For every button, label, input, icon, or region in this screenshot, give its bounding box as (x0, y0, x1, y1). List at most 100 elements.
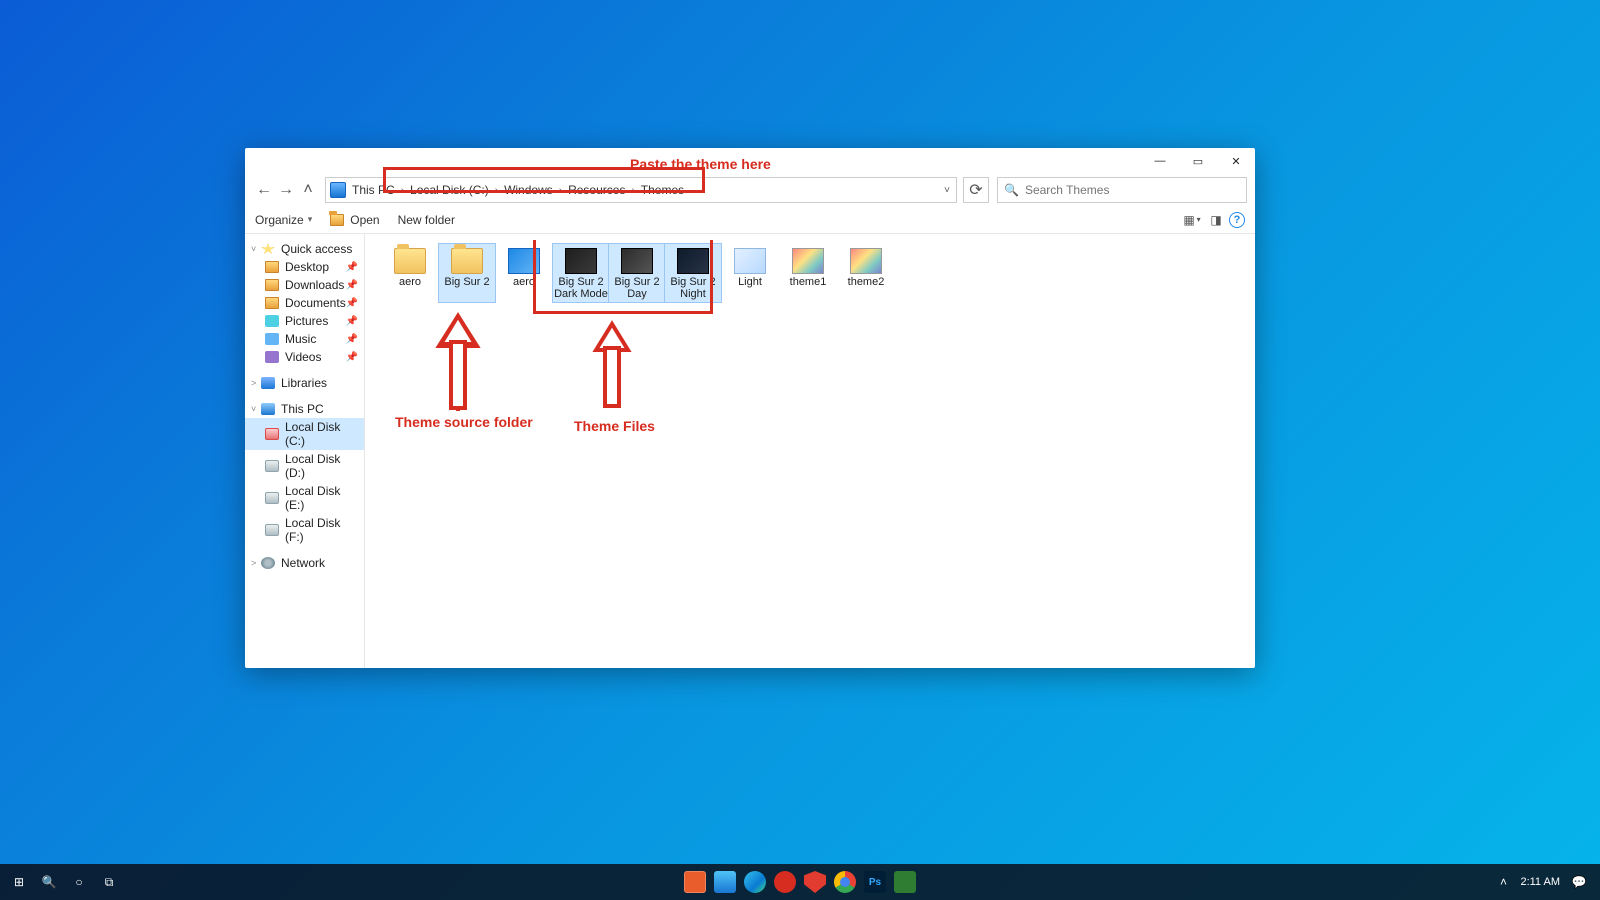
start-button[interactable]: ⊞ (4, 864, 34, 900)
sidebar-item-drive[interactable]: Local Disk (F:) (245, 514, 364, 546)
search-input[interactable] (1025, 183, 1240, 197)
new-folder-button[interactable]: New folder (398, 213, 455, 227)
file-item[interactable]: Big Sur 2 Night (664, 243, 722, 303)
folder-icon (265, 261, 279, 273)
file-item[interactable]: Big Sur 2 (438, 243, 496, 303)
sidebar-item-label: Local Disk (F:) (285, 516, 358, 544)
open-button[interactable]: Open (330, 213, 379, 227)
action-center-button[interactable]: 💬 (1566, 864, 1592, 900)
file-item[interactable]: Big Sur 2 Dark Mode (552, 243, 610, 303)
taskbar-app-downloads[interactable] (890, 864, 920, 900)
file-label: Big Sur 2 Dark Mode (553, 276, 609, 300)
taskbar-app-explorer[interactable] (680, 864, 710, 900)
minimize-button[interactable]: — (1141, 148, 1179, 174)
sidebar-item-documents[interactable]: Documents📌 (245, 294, 364, 312)
breadcrumb-resources[interactable]: Resources (568, 183, 625, 197)
close-button[interactable]: ✕ (1217, 148, 1255, 174)
network-label: Network (281, 556, 325, 570)
network-group: ˃ Network (245, 554, 364, 572)
mail-icon (714, 871, 736, 893)
theme-file-icon (850, 248, 882, 274)
sidebar-libraries[interactable]: ˃ Libraries (245, 374, 364, 392)
theme-file-icon (508, 248, 540, 274)
sidebar-item-downloads[interactable]: Downloads📌 (245, 276, 364, 294)
preview-pane-button[interactable]: ◨ (1205, 209, 1227, 231)
folder-icon (394, 248, 426, 274)
sidebar-item-videos[interactable]: Videos📌 (245, 348, 364, 366)
sidebar-item-desktop[interactable]: Desktop📌 (245, 258, 364, 276)
annotation-arrow-theme-source (433, 316, 483, 416)
explorer-icon (684, 871, 706, 893)
sidebar-item-label: Local Disk (C:) (285, 420, 358, 448)
file-item[interactable]: theme1 (779, 244, 837, 302)
file-item[interactable]: theme2 (837, 244, 895, 302)
sidebar-this-pc[interactable]: ˅ This PC (245, 400, 364, 418)
sidebar-item-music[interactable]: Music📌 (245, 330, 364, 348)
organize-button[interactable]: Organize ▾ (255, 213, 312, 227)
sidebar-quick-access[interactable]: ˅ Quick access (245, 240, 364, 258)
breadcrumb-themes[interactable]: Themes (641, 183, 684, 197)
disk-icon (265, 492, 279, 504)
breadcrumb-sep-icon: › (401, 185, 404, 196)
sidebar-item-drive[interactable]: Local Disk (C:) (245, 418, 364, 450)
breadcrumb-this-pc[interactable]: This PC (352, 183, 395, 197)
breadcrumb-sep-icon: › (559, 185, 562, 196)
taskbar-app-opera[interactable] (770, 864, 800, 900)
libraries-label: Libraries (281, 376, 327, 390)
file-item[interactable]: aero (381, 244, 439, 302)
sidebar-item-drive[interactable]: Local Disk (D:) (245, 450, 364, 482)
refresh-button[interactable]: ⟳ (963, 177, 989, 203)
help-button[interactable]: ? (1229, 212, 1245, 228)
breadcrumb-c-drive[interactable]: Local Disk (C:) (410, 183, 489, 197)
sidebar-item-label: Downloads (285, 278, 344, 292)
maximize-button[interactable]: ▭ (1179, 148, 1217, 174)
chevron-icon: ˃ (251, 558, 261, 568)
titlebar: — ▭ ✕ (245, 148, 1255, 174)
address-bar[interactable]: This PC › Local Disk (C:) › Windows › Re… (325, 177, 957, 203)
nav-back-button[interactable]: ← (253, 179, 275, 201)
tray-expand-button[interactable]: ˄ (1492, 864, 1514, 900)
view-mode-button[interactable]: ▦▾ (1181, 209, 1203, 231)
breadcrumb-windows[interactable]: Windows (504, 183, 553, 197)
sidebar-item-pictures[interactable]: Pictures📌 (245, 312, 364, 330)
disk-icon (265, 460, 279, 472)
taskbar-search-button[interactable]: 🔍 (34, 864, 64, 900)
pin-icon: 📌 (346, 334, 358, 345)
pin-icon: 📌 (346, 298, 358, 309)
taskbar-clock[interactable]: 2:11 AM (1514, 876, 1566, 888)
file-item[interactable]: Light (721, 244, 779, 302)
file-list-area[interactable]: aeroBig Sur 2aeroBig Sur 2 Dark ModeBig … (365, 234, 1255, 668)
sidebar-item-label: Local Disk (D:) (285, 452, 358, 480)
quick-access-group: ˅ Quick access Desktop📌Downloads📌Documen… (245, 240, 364, 366)
sidebar-item-label: Documents (285, 296, 346, 310)
theme-file-icon (792, 248, 824, 274)
file-grid: aeroBig Sur 2aeroBig Sur 2 Dark ModeBig … (381, 244, 1239, 302)
taskbar-app-brave[interactable] (800, 864, 830, 900)
nav-forward-button[interactable]: → (275, 179, 297, 201)
taskbar-app-edge[interactable] (740, 864, 770, 900)
taskbar-cortana-button[interactable]: ○ (64, 864, 94, 900)
file-label: Big Sur 2 Night (665, 276, 721, 300)
chevron-icon: ˃ (251, 378, 261, 388)
explorer-body: ˅ Quick access Desktop📌Downloads📌Documen… (245, 234, 1255, 668)
pc-icon (330, 182, 346, 198)
nav-up-button[interactable]: ˄ (297, 179, 319, 201)
pc-icon (261, 403, 275, 415)
brave-icon (804, 871, 826, 893)
taskbar-app-photoshop[interactable]: Ps (860, 864, 890, 900)
address-dropdown-button[interactable]: ˅ (944, 185, 950, 196)
sidebar-item-drive[interactable]: Local Disk (E:) (245, 482, 364, 514)
disk-icon (265, 524, 279, 536)
file-label: theme1 (790, 276, 827, 288)
libraries-icon (261, 377, 275, 389)
taskbar-app-chrome[interactable] (830, 864, 860, 900)
theme-file-icon (565, 248, 597, 274)
taskbar-app-mail[interactable] (710, 864, 740, 900)
file-item[interactable]: Big Sur 2 Day (608, 243, 666, 303)
sidebar-item-label: Pictures (285, 314, 328, 328)
sidebar-network[interactable]: ˃ Network (245, 554, 364, 572)
taskbar-taskview-button[interactable]: ⧉ (94, 864, 124, 900)
file-item[interactable]: aero (495, 244, 553, 302)
theme-file-icon (677, 248, 709, 274)
search-box[interactable]: 🔍 (997, 177, 1247, 203)
